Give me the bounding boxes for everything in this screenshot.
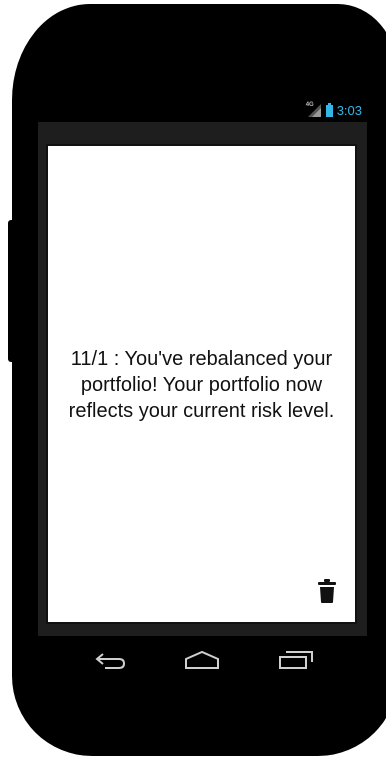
trash-icon <box>318 579 336 603</box>
status-clock: 3:03 <box>336 102 362 118</box>
back-button[interactable] <box>90 648 130 672</box>
navigation-bar <box>0 640 386 680</box>
notification-message: 11/1 : You've rebalanced your portfolio!… <box>68 348 335 422</box>
home-icon <box>185 650 219 669</box>
battery-icon <box>325 103 333 117</box>
back-icon <box>95 653 126 669</box>
delete-button[interactable] <box>317 578 337 604</box>
recents-icon <box>279 651 313 669</box>
recents-button[interactable] <box>276 648 316 672</box>
status-icons: 4G 3:03 <box>306 101 362 119</box>
home-button[interactable] <box>182 648 222 672</box>
signal-icon: 4G <box>306 102 322 118</box>
status-bar: 4G 3:03 <box>0 100 386 120</box>
notification-card[interactable]: 11/1 : You've rebalanced your portfolio!… <box>46 144 357 624</box>
